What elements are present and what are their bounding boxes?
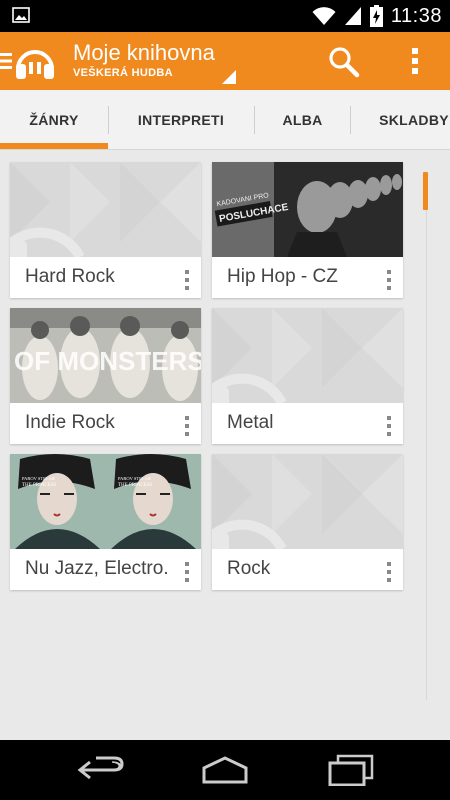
home-icon[interactable] bbox=[200, 754, 250, 786]
system-nav-bar bbox=[0, 740, 450, 800]
genre-card-hip-hop-cz[interactable]: KADOVANI PRO POSLUCHACE Hip Hop - CZ bbox=[212, 162, 403, 298]
library-filter-subtitle[interactable]: VEŠKERÁ HUDBA bbox=[73, 67, 173, 79]
headphones-logo-icon[interactable] bbox=[14, 42, 56, 80]
drawer-icon[interactable] bbox=[0, 52, 12, 70]
card-overflow-icon[interactable] bbox=[381, 414, 397, 438]
cover-text: OF MONSTERS bbox=[14, 346, 201, 376]
cover-artist: PAROV STELAR bbox=[22, 476, 55, 481]
cover-title: THE PRINCESS bbox=[118, 483, 153, 488]
status-icons: 11:38 bbox=[312, 4, 442, 28]
search-icon[interactable] bbox=[326, 44, 362, 80]
tab-songs[interactable]: SKLADBY bbox=[351, 90, 450, 150]
genre-card-hard-rock[interactable]: Hard Rock bbox=[10, 162, 201, 298]
genre-label: Nu Jazz, Electro. bbox=[25, 558, 169, 579]
card-overflow-icon[interactable] bbox=[179, 560, 195, 584]
scrollbar-track bbox=[426, 210, 427, 700]
back-icon[interactable] bbox=[76, 754, 126, 786]
selected-tab-indicator bbox=[0, 143, 108, 149]
battery-icon bbox=[369, 5, 383, 27]
indie-rock-album-art: OF MONSTERS bbox=[10, 308, 201, 403]
card-overflow-icon[interactable] bbox=[381, 268, 397, 292]
card-overflow-icon[interactable] bbox=[179, 414, 195, 438]
action-bar: Moje knihovna VEŠKERÁ HUDBA bbox=[0, 32, 450, 90]
genre-label: Metal bbox=[227, 412, 274, 433]
genre-card-nu-jazz-electro[interactable]: PAROV STELAR THE PRINCESS PAROV STELAR T… bbox=[10, 454, 201, 590]
nu-jazz-album-art: PAROV STELAR THE PRINCESS PAROV STELAR T… bbox=[10, 454, 201, 549]
dropdown-corner-icon[interactable] bbox=[222, 70, 236, 84]
recent-apps-icon[interactable] bbox=[326, 754, 376, 786]
placeholder-art bbox=[212, 454, 403, 549]
scrollbar-thumb[interactable] bbox=[423, 172, 428, 210]
genre-label: Hard Rock bbox=[25, 266, 115, 287]
hip-hop-album-art: KADOVANI PRO POSLUCHACE bbox=[212, 162, 403, 257]
tab-artists[interactable]: INTERPRETI bbox=[109, 90, 253, 150]
genre-label: Rock bbox=[227, 558, 271, 579]
wifi-icon bbox=[312, 7, 336, 25]
genre-label: Hip Hop - CZ bbox=[227, 266, 338, 287]
card-overflow-icon[interactable] bbox=[179, 268, 195, 292]
cover-artist: PAROV STELAR bbox=[118, 476, 151, 481]
placeholder-art bbox=[212, 308, 403, 403]
genre-card-rock[interactable]: Rock bbox=[212, 454, 403, 590]
overflow-menu-icon[interactable] bbox=[404, 44, 426, 78]
clock: 11:38 bbox=[390, 4, 442, 27]
page-title[interactable]: Moje knihovna bbox=[73, 40, 215, 66]
placeholder-art bbox=[10, 162, 201, 257]
cell-signal-icon bbox=[344, 7, 361, 25]
card-overflow-icon[interactable] bbox=[381, 560, 397, 584]
tab-albums[interactable]: ALBA bbox=[255, 90, 350, 150]
genre-label: Indie Rock bbox=[25, 412, 115, 433]
cover-title: THE PRINCESS bbox=[22, 483, 57, 488]
status-bar: 11:38 bbox=[0, 0, 450, 32]
tab-genres[interactable]: ŽÁNRY bbox=[0, 90, 108, 150]
genre-card-indie-rock[interactable]: OF MONSTERS Indie Rock bbox=[10, 308, 201, 444]
genre-card-metal[interactable]: Metal bbox=[212, 308, 403, 444]
tab-strip: ŽÁNRY INTERPRETI ALBA SKLADBY bbox=[0, 90, 450, 150]
genre-grid: Hard Rock KADOVANI PRO POSLUCHACE Hip Ho… bbox=[0, 150, 450, 740]
image-notification-icon bbox=[12, 7, 30, 23]
